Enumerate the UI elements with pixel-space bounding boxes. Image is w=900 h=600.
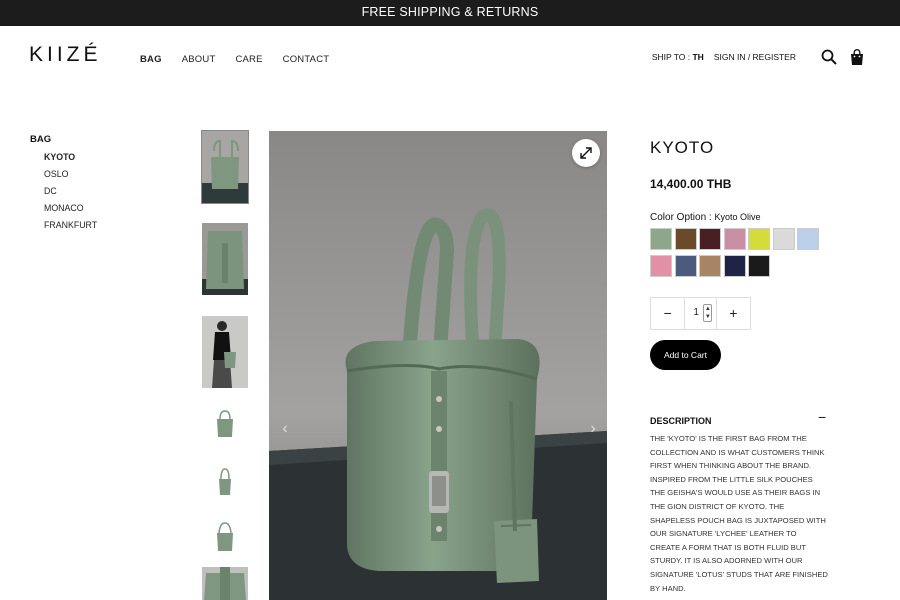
nav-care[interactable]: CARE <box>235 54 262 65</box>
nav-about[interactable]: ABOUT <box>182 54 216 65</box>
category-item-frankfurt[interactable]: FRANKFURT <box>44 220 97 230</box>
qty-field[interactable]: 1 ▲ ▼ <box>684 298 717 329</box>
category-item-kyoto[interactable]: KYOTO <box>44 152 97 162</box>
color-swatch[interactable] <box>650 228 672 250</box>
product-main-image[interactable] <box>269 131 607 600</box>
product-price: 14,400.00 THB <box>650 177 732 191</box>
expand-image-button[interactable] <box>572 139 600 167</box>
color-swatch[interactable] <box>748 255 770 277</box>
color-option-label: Color Option : Kyoto Olive <box>650 212 761 223</box>
thumbnail[interactable] <box>202 457 248 503</box>
nav-contact[interactable]: CONTACT <box>283 54 330 65</box>
thumbnail[interactable] <box>201 130 249 204</box>
category-item-dc[interactable]: DC <box>44 186 97 196</box>
product-title: KYOTO <box>650 138 715 157</box>
color-swatch[interactable] <box>650 255 672 277</box>
brand-logo[interactable]: KIIZÉ <box>29 43 102 67</box>
thumbnail[interactable] <box>202 567 248 600</box>
main-nav: BAG ABOUT CARE CONTACT <box>140 54 329 65</box>
ship-to-selector[interactable]: SHIP TO : TH <box>652 52 704 62</box>
description-heading[interactable]: DESCRIPTION <box>650 416 828 426</box>
ship-to-label: SHIP TO : <box>651 52 693 62</box>
color-swatch[interactable] <box>797 228 819 250</box>
category-title[interactable]: BAG <box>30 134 97 145</box>
qty-decrease-button[interactable]: − <box>651 298 684 329</box>
next-image-button[interactable]: › <box>584 418 602 440</box>
nav-bag[interactable]: BAG <box>140 54 162 65</box>
chevron-left-icon: ‹ <box>282 420 288 437</box>
thumbnail[interactable] <box>202 513 248 559</box>
description-collapse-toggle[interactable]: − <box>818 409 826 425</box>
category-item-oslo[interactable]: OSLO <box>44 169 97 179</box>
color-swatch[interactable] <box>699 255 721 277</box>
color-swatch[interactable] <box>723 255 746 277</box>
thumbnail[interactable] <box>202 223 248 295</box>
shopping-bag-icon[interactable] <box>848 48 866 66</box>
search-icon[interactable] <box>820 48 838 66</box>
qty-increase-button[interactable]: + <box>717 298 750 329</box>
header-actions: SHIP TO : TH SIGN IN / REGISTER <box>652 48 866 66</box>
expand-icon <box>580 147 592 159</box>
color-swatch[interactable] <box>772 228 795 250</box>
product-info: KYOTO 14,400.00 THB Color Option : Kyoto… <box>650 138 840 593</box>
chevron-right-icon: › <box>590 420 596 437</box>
qty-value: 1 <box>693 307 699 318</box>
site-header: KIIZÉ BAG ABOUT CARE CONTACT SHIP TO : T… <box>0 26 900 92</box>
quantity-stepper: − 1 ▲ ▼ + <box>650 297 751 330</box>
prev-image-button[interactable]: ‹ <box>276 418 294 440</box>
color-option-title: Color Option : <box>650 212 715 223</box>
description-text: THE 'KYOTO' IS THE FIRST BAG FROM THE CO… <box>650 434 828 593</box>
color-swatch[interactable] <box>674 255 697 277</box>
announcement-bar: FREE SHIPPING & RETURNS <box>0 0 900 26</box>
color-option-value: Kyoto Olive <box>714 212 761 222</box>
thumbnail[interactable] <box>202 316 248 388</box>
color-swatch[interactable] <box>674 228 697 250</box>
signin-link[interactable]: SIGN IN / REGISTER <box>714 52 796 62</box>
category-item-monaco[interactable]: MONACO <box>44 203 97 213</box>
qty-spinner[interactable]: ▲ ▼ <box>703 304 713 322</box>
add-to-cart-button[interactable]: Add to Cart <box>650 340 721 370</box>
color-swatch[interactable] <box>723 228 746 250</box>
color-swatch[interactable] <box>748 228 770 250</box>
ship-to-value: TH <box>692 52 704 62</box>
color-swatch[interactable] <box>699 228 721 250</box>
thumbnail[interactable] <box>202 401 248 447</box>
category-sidebar: BAG KYOTO OSLO DC MONACO FRANKFURT <box>30 134 97 237</box>
